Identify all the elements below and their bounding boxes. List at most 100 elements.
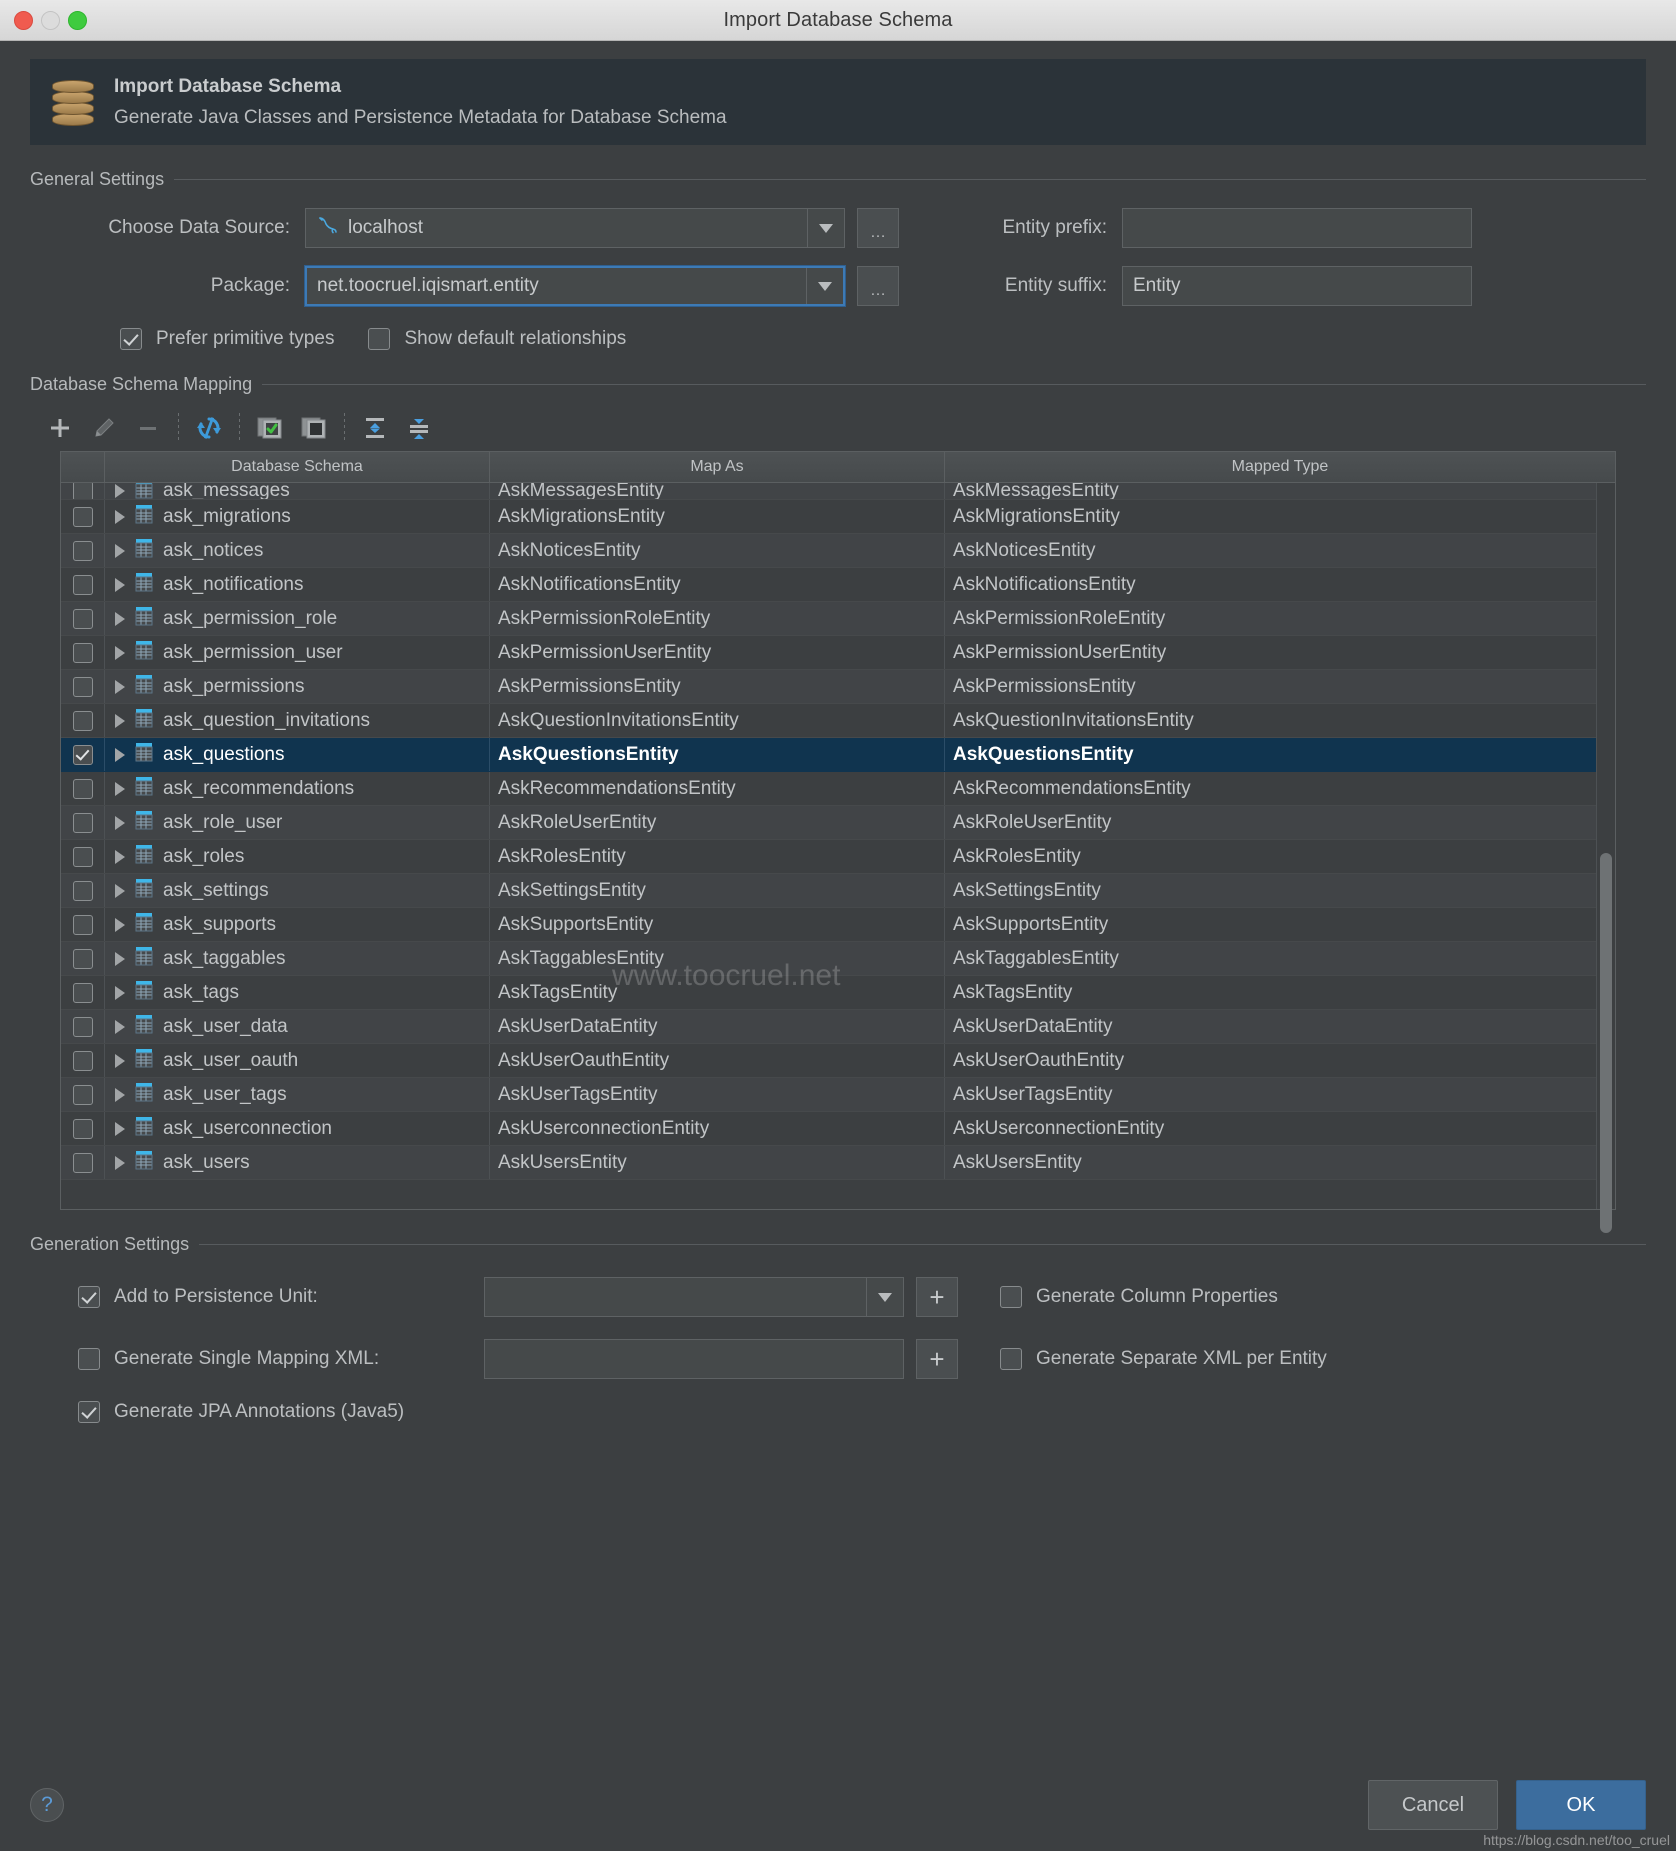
- expand-arrow-icon[interactable]: [115, 747, 125, 762]
- row-schema-cell[interactable]: ask_taggables: [105, 942, 490, 975]
- row-map-as[interactable]: AskPermissionsEntity: [490, 670, 945, 703]
- generate-column-properties-checkbox[interactable]: [1000, 1286, 1022, 1308]
- column-header-map-as[interactable]: Map As: [490, 452, 945, 482]
- row-map-as[interactable]: AskTagsEntity: [490, 976, 945, 1009]
- minimize-button[interactable]: [41, 11, 60, 30]
- row-checkbox[interactable]: [72, 1050, 93, 1071]
- cancel-button[interactable]: Cancel: [1368, 1780, 1498, 1830]
- add-single-mapping-xml-button[interactable]: +: [916, 1339, 958, 1379]
- row-checkbox[interactable]: [72, 483, 93, 499]
- table-row[interactable]: ask_user_data AskUserDataEntity AskUserDat…: [61, 1010, 1615, 1044]
- row-mapped-type[interactable]: AskUserOauthEntity: [945, 1044, 1615, 1077]
- remove-button[interactable]: [126, 408, 170, 448]
- expand-arrow-icon[interactable]: [115, 1155, 125, 1170]
- expand-arrow-icon[interactable]: [115, 815, 125, 830]
- row-mapped-type[interactable]: AskSupportsEntity: [945, 908, 1615, 941]
- entity-suffix-input[interactable]: Entity: [1122, 266, 1472, 306]
- row-schema-cell[interactable]: ask_supports: [105, 908, 490, 941]
- select-all-button[interactable]: [248, 408, 292, 448]
- row-schema-cell[interactable]: ask_permission_role: [105, 602, 490, 635]
- row-checkbox-cell[interactable]: [61, 738, 105, 771]
- row-map-as[interactable]: AskRoleUserEntity: [490, 806, 945, 839]
- row-mapped-type[interactable]: AskUserTagsEntity: [945, 1078, 1615, 1111]
- row-checkbox-cell[interactable]: [61, 534, 105, 567]
- expand-arrow-icon[interactable]: [115, 543, 125, 558]
- row-checkbox-cell[interactable]: [61, 568, 105, 601]
- chevron-down-icon[interactable]: [866, 1278, 903, 1316]
- row-checkbox-cell[interactable]: [61, 1146, 105, 1179]
- row-map-as[interactable]: AskUserconnectionEntity: [490, 1112, 945, 1145]
- row-checkbox-cell[interactable]: [61, 500, 105, 533]
- table-vertical-scrollbar[interactable]: [1596, 483, 1615, 1233]
- generate-separate-xml-checkbox[interactable]: [1000, 1348, 1022, 1370]
- prefer-primitive-types-checkbox[interactable]: [120, 328, 142, 350]
- package-combo[interactable]: net.toocruel.iqismart.entity: [304, 265, 846, 307]
- expand-all-button[interactable]: [353, 408, 397, 448]
- expand-arrow-icon[interactable]: [115, 1019, 125, 1034]
- row-map-as[interactable]: AskPermissionUserEntity: [490, 636, 945, 669]
- expand-arrow-icon[interactable]: [115, 611, 125, 626]
- row-checkbox[interactable]: [72, 982, 93, 1003]
- column-header-mapped-type[interactable]: Mapped Type: [945, 452, 1615, 482]
- row-schema-cell[interactable]: ask_recommendations: [105, 772, 490, 805]
- row-checkbox[interactable]: [72, 1084, 93, 1105]
- row-checkbox-cell[interactable]: [61, 636, 105, 669]
- row-map-as[interactable]: AskQuestionsEntity: [490, 738, 945, 771]
- add-to-persistence-unit-checkbox[interactable]: [78, 1286, 100, 1308]
- row-mapped-type[interactable]: AskPermissionsEntity: [945, 670, 1615, 703]
- row-checkbox[interactable]: [72, 744, 93, 765]
- row-checkbox[interactable]: [72, 540, 93, 561]
- row-mapped-type[interactable]: AskMessagesEntity: [945, 483, 1615, 499]
- row-mapped-type[interactable]: AskSettingsEntity: [945, 874, 1615, 907]
- expand-arrow-icon[interactable]: [115, 509, 125, 524]
- row-checkbox[interactable]: [72, 880, 93, 901]
- row-checkbox[interactable]: [72, 948, 93, 969]
- zoom-button[interactable]: [68, 11, 87, 30]
- table-row[interactable]: ask_migrations AskMigrationsEntity AskMigr…: [61, 500, 1615, 534]
- table-row[interactable]: ask_notices AskNoticesEntity AskNoticesEnt…: [61, 534, 1615, 568]
- row-checkbox[interactable]: [72, 778, 93, 799]
- row-checkbox-cell[interactable]: [61, 1112, 105, 1145]
- expand-arrow-icon[interactable]: [115, 883, 125, 898]
- table-row[interactable]: ask_permissions AskPermissionsEntity AskPe…: [61, 670, 1615, 704]
- entity-prefix-input[interactable]: [1122, 208, 1472, 248]
- expand-arrow-icon[interactable]: [115, 985, 125, 1000]
- row-map-as[interactable]: AskUserDataEntity: [490, 1010, 945, 1043]
- row-checkbox[interactable]: [72, 846, 93, 867]
- single-mapping-xml-input[interactable]: [484, 1339, 904, 1379]
- row-checkbox[interactable]: [72, 812, 93, 833]
- expand-arrow-icon[interactable]: [115, 951, 125, 966]
- row-checkbox-cell[interactable]: [61, 704, 105, 737]
- row-checkbox[interactable]: [72, 574, 93, 595]
- chevron-down-icon[interactable]: [806, 268, 843, 304]
- table-row[interactable]: ask_user_tags AskUserTagsEntity AskUserTag…: [61, 1078, 1615, 1112]
- row-map-as[interactable]: AskUserOauthEntity: [490, 1044, 945, 1077]
- row-mapped-type[interactable]: AskQuestionInvitationsEntity: [945, 704, 1615, 737]
- row-checkbox-cell[interactable]: [61, 1044, 105, 1077]
- row-map-as[interactable]: AskQuestionInvitationsEntity: [490, 704, 945, 737]
- close-button[interactable]: [14, 11, 33, 30]
- row-map-as[interactable]: AskUserTagsEntity: [490, 1078, 945, 1111]
- expand-arrow-icon[interactable]: [115, 781, 125, 796]
- row-checkbox-cell[interactable]: [61, 942, 105, 975]
- row-mapped-type[interactable]: AskQuestionsEntity: [945, 738, 1615, 771]
- table-row[interactable]: ask_roles AskRolesEntity AskRolesEntity: [61, 840, 1615, 874]
- row-mapped-type[interactable]: AskUserconnectionEntity: [945, 1112, 1615, 1145]
- row-map-as[interactable]: AskPermissionRoleEntity: [490, 602, 945, 635]
- column-header-database-schema[interactable]: Database Schema: [105, 452, 490, 482]
- expand-arrow-icon[interactable]: [115, 849, 125, 864]
- table-row[interactable]: ask_supports AskSupportsEntity AskSupports…: [61, 908, 1615, 942]
- row-map-as[interactable]: AskNoticesEntity: [490, 534, 945, 567]
- row-mapped-type[interactable]: AskTaggablesEntity: [945, 942, 1615, 975]
- data-source-browse-button[interactable]: …: [857, 208, 899, 248]
- row-mapped-type[interactable]: AskPermissionUserEntity: [945, 636, 1615, 669]
- row-map-as[interactable]: AskRecommendationsEntity: [490, 772, 945, 805]
- row-schema-cell[interactable]: ask_user_data: [105, 1010, 490, 1043]
- row-mapped-type[interactable]: AskUserDataEntity: [945, 1010, 1615, 1043]
- row-map-as[interactable]: AskSettingsEntity: [490, 874, 945, 907]
- row-mapped-type[interactable]: AskNotificationsEntity: [945, 568, 1615, 601]
- add-persistence-unit-button[interactable]: +: [916, 1277, 958, 1317]
- row-map-as[interactable]: AskRolesEntity: [490, 840, 945, 873]
- edit-button[interactable]: [82, 408, 126, 448]
- row-checkbox[interactable]: [72, 710, 93, 731]
